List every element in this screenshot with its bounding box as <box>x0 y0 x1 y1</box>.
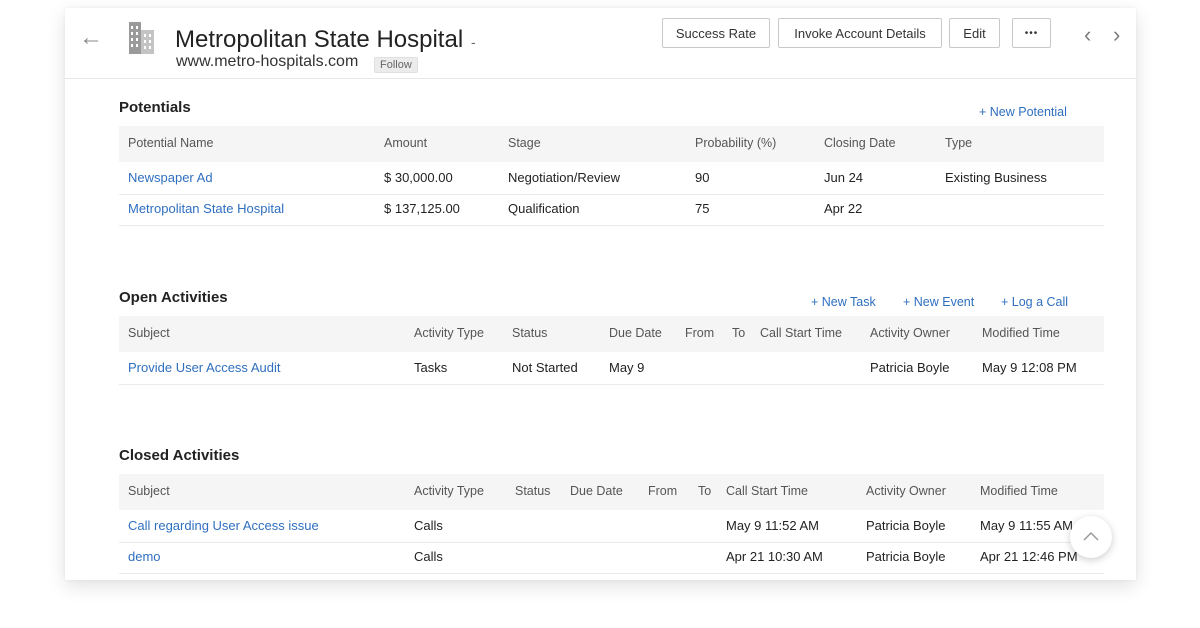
column-header[interactable]: To <box>698 484 711 498</box>
closed-activities-section-title: Closed Activities <box>119 447 240 464</box>
activity-subject-link[interactable]: Provide User Access Audit <box>128 360 280 375</box>
activity-status: Not Started <box>512 360 578 375</box>
open-activities-table-header: Subject Activity Type Status Due Date Fr… <box>119 316 1104 352</box>
next-record-chevron-right-icon[interactable]: › <box>1113 24 1120 46</box>
potential-name-link[interactable]: Metropolitan State Hospital <box>128 201 284 216</box>
potential-amount: $ 137,125.00 <box>384 201 460 216</box>
title-caret[interactable]: - <box>471 34 476 50</box>
column-header[interactable]: Potential Name <box>128 136 213 150</box>
table-row: Call regarding User Access issue Calls M… <box>119 511 1104 543</box>
column-header[interactable]: From <box>648 484 677 498</box>
record-header: ← Metropolitan State Hospital - www.metr… <box>65 8 1136 79</box>
activity-type: Calls <box>414 518 443 533</box>
potential-closing-date: Jun 24 <box>824 170 864 185</box>
activity-owner: Patricia Boyle <box>870 360 950 375</box>
potential-probability: 90 <box>695 170 710 185</box>
activity-due-date: May 9 <box>609 360 645 375</box>
activity-modified-time: May 9 11:55 AM <box>980 518 1073 533</box>
potentials-table-header: Potential Name Amount Stage Probability … <box>119 126 1104 162</box>
table-row: demo Calls Apr 21 10:30 AM Patricia Boyl… <box>119 542 1104 574</box>
potentials-section-title: Potentials <box>119 99 191 116</box>
activity-owner: Patricia Boyle <box>866 518 946 533</box>
column-header[interactable]: Activity Type <box>414 326 484 340</box>
new-potential-link[interactable]: + New Potential <box>979 105 1067 119</box>
previous-record-chevron-left-icon[interactable]: ‹ <box>1084 24 1091 46</box>
scroll-to-top-button[interactable] <box>1070 516 1112 558</box>
success-rate-button[interactable]: Success Rate <box>662 18 770 48</box>
table-row: Newspaper Ad $ 30,000.00 Negotiation/Rev… <box>119 163 1104 195</box>
potential-closing-date: Apr 22 <box>824 201 863 216</box>
column-header[interactable]: Due Date <box>609 326 662 340</box>
call-start-time: May 9 11:52 AM <box>726 518 819 533</box>
new-task-link[interactable]: + New Task <box>811 295 876 309</box>
column-header[interactable]: Modified Time <box>980 484 1058 498</box>
activity-modified-time: Apr 21 12:46 PM <box>980 549 1078 564</box>
column-header[interactable]: Call Start Time <box>726 484 808 498</box>
column-header[interactable]: To <box>732 326 745 340</box>
potential-probability: 75 <box>695 201 710 216</box>
building-icon <box>129 22 154 54</box>
column-header[interactable]: Closing Date <box>824 136 896 150</box>
activity-modified-time: May 9 12:08 PM <box>982 360 1077 375</box>
table-row: Provide User Access Audit Tasks Not Star… <box>119 353 1104 385</box>
column-header[interactable]: Activity Type <box>414 484 484 498</box>
activity-owner: Patricia Boyle <box>866 549 946 564</box>
call-start-time: Apr 21 10:30 AM <box>726 549 823 564</box>
invoke-account-details-button[interactable]: Invoke Account Details <box>778 18 942 48</box>
column-header[interactable]: Status <box>515 484 550 498</box>
potential-stage: Qualification <box>508 201 580 216</box>
column-header[interactable]: Probability (%) <box>695 136 776 150</box>
edit-button[interactable]: Edit <box>949 18 1000 48</box>
potential-type: Existing Business <box>945 170 1047 185</box>
back-arrow-icon[interactable]: ← <box>79 26 103 50</box>
potential-stage: Negotiation/Review <box>508 170 621 185</box>
column-header[interactable]: Subject <box>128 484 170 498</box>
column-header[interactable]: Subject <box>128 326 170 340</box>
chevron-up-icon <box>1083 531 1099 541</box>
column-header[interactable]: Activity Owner <box>870 326 950 340</box>
activity-type: Calls <box>414 549 443 564</box>
follow-button[interactable]: Follow <box>374 57 418 73</box>
new-event-link[interactable]: + New Event <box>903 295 974 309</box>
activity-subject-link[interactable]: Call regarding User Access issue <box>128 518 319 533</box>
open-activities-section-title: Open Activities <box>119 289 228 306</box>
potential-name-link[interactable]: Newspaper Ad <box>128 170 213 185</box>
column-header[interactable]: Status <box>512 326 547 340</box>
column-header[interactable]: Activity Owner <box>866 484 946 498</box>
account-detail-panel: ← Metropolitan State Hospital - www.metr… <box>65 8 1136 580</box>
column-header[interactable]: Type <box>945 136 972 150</box>
column-header[interactable]: Amount <box>384 136 427 150</box>
column-header[interactable]: From <box>685 326 714 340</box>
record-title: Metropolitan State Hospital <box>175 26 464 53</box>
column-header[interactable]: Modified Time <box>982 326 1060 340</box>
column-header[interactable]: Due Date <box>570 484 623 498</box>
activity-type: Tasks <box>414 360 448 375</box>
table-row: Metropolitan State Hospital $ 137,125.00… <box>119 194 1104 226</box>
column-header[interactable]: Call Start Time <box>760 326 842 340</box>
account-website: www.metro-hospitals.com <box>176 53 359 70</box>
more-options-button[interactable]: ••• <box>1012 18 1051 48</box>
activity-subject-link[interactable]: demo <box>128 549 161 564</box>
log-a-call-link[interactable]: + Log a Call <box>1001 295 1068 309</box>
closed-activities-table-header: Subject Activity Type Status Due Date Fr… <box>119 474 1104 510</box>
potential-amount: $ 30,000.00 <box>384 170 453 185</box>
column-header[interactable]: Stage <box>508 136 541 150</box>
